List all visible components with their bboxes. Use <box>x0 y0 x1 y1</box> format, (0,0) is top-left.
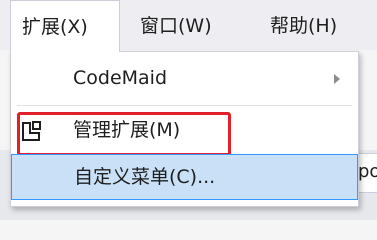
annotation-highlight-box <box>17 112 231 156</box>
menu-item-customize-menu-label: 自定义菜单(C)... <box>74 166 216 188</box>
background-tab-label: po <box>358 161 377 182</box>
menu-window-label: 窗口(W) <box>140 15 212 37</box>
menu-item-customize-menu[interactable]: 自定义菜单(C)... <box>11 154 358 200</box>
menu-separator <box>17 105 352 106</box>
menu-item-codemaid[interactable]: CodeMaid <box>11 56 358 100</box>
menu-help[interactable]: 帮助(H) <box>270 0 337 52</box>
menu-item-codemaid-label: CodeMaid <box>73 67 168 89</box>
background-tab[interactable]: po <box>357 153 377 193</box>
menu-window[interactable]: 窗口(W) <box>140 0 212 52</box>
menu-help-label: 帮助(H) <box>270 15 338 37</box>
menu-extensions[interactable]: 扩展(X) <box>10 0 120 52</box>
extensions-dropdown-menu: CodeMaid 管理扩展(M) 自定义菜单(C)... <box>10 51 359 207</box>
menu-bar: 扩展(X) 窗口(W) 帮助(H) <box>0 0 377 52</box>
submenu-arrow-icon <box>334 74 340 84</box>
menu-extensions-label: 扩展(X) <box>22 16 88 38</box>
